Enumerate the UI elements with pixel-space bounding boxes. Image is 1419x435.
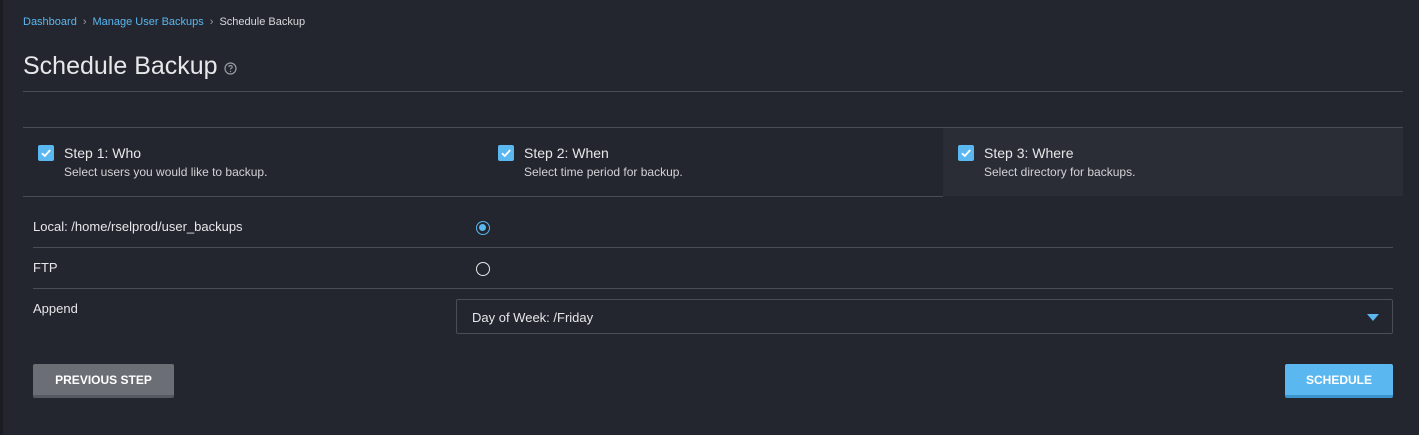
- step-title: Step 2: When: [524, 145, 609, 161]
- step-checkbox-checked-icon: [958, 145, 974, 161]
- wizard-steps: Step 1: Who Select users you would like …: [23, 128, 1403, 196]
- step-checkbox-checked-icon: [38, 145, 54, 161]
- schedule-button[interactable]: SCHEDULE: [1285, 364, 1393, 398]
- breadcrumb-dashboard-link[interactable]: Dashboard: [23, 16, 77, 28]
- title-row: Schedule Backup: [23, 52, 237, 81]
- ftp-destination-label: FTP: [33, 260, 58, 275]
- step-title: Step 1: Who: [64, 145, 142, 161]
- append-label: Append: [33, 301, 78, 316]
- local-destination-radio[interactable]: [476, 221, 490, 235]
- chevron-right-icon: ›: [209, 16, 214, 28]
- step-who[interactable]: Step 1: Who Select users you would like …: [23, 128, 483, 196]
- page-title: Schedule Backup: [23, 52, 218, 80]
- chevron-right-icon: ›: [82, 16, 87, 28]
- step-when[interactable]: Step 2: When Select time period for back…: [483, 128, 943, 196]
- left-edge-bar: [0, 0, 3, 435]
- step-description: Select directory for backups.: [984, 165, 1136, 179]
- step-where[interactable]: Step 3: Where Select directory for backu…: [943, 128, 1403, 196]
- local-destination-label: Local: /home/rselprod/user_backups: [33, 219, 243, 234]
- caret-down-icon: [1367, 314, 1379, 321]
- previous-step-button[interactable]: PREVIOUS STEP: [33, 364, 174, 398]
- append-select[interactable]: Day of Week: /Friday: [456, 299, 1393, 334]
- question-circle-icon[interactable]: [223, 62, 237, 75]
- breadcrumb-manage-user-backups-link[interactable]: Manage User Backups: [93, 16, 204, 28]
- steps-bottom-divider: [23, 196, 943, 197]
- step-description: Select time period for backup.: [524, 165, 683, 179]
- append-select-value: Day of Week: /Friday: [472, 310, 594, 325]
- breadcrumb-current: Schedule Backup: [219, 16, 306, 28]
- row-divider: [33, 288, 1393, 289]
- breadcrumb: Dashboard › Manage User Backups › Schedu…: [23, 16, 305, 28]
- step-checkbox-checked-icon: [498, 145, 514, 161]
- title-divider: [23, 91, 1403, 92]
- step-title: Step 3: Where: [984, 145, 1074, 161]
- ftp-destination-radio[interactable]: [476, 262, 490, 276]
- step-description: Select users you would like to backup.: [64, 165, 268, 179]
- row-divider: [33, 247, 1393, 248]
